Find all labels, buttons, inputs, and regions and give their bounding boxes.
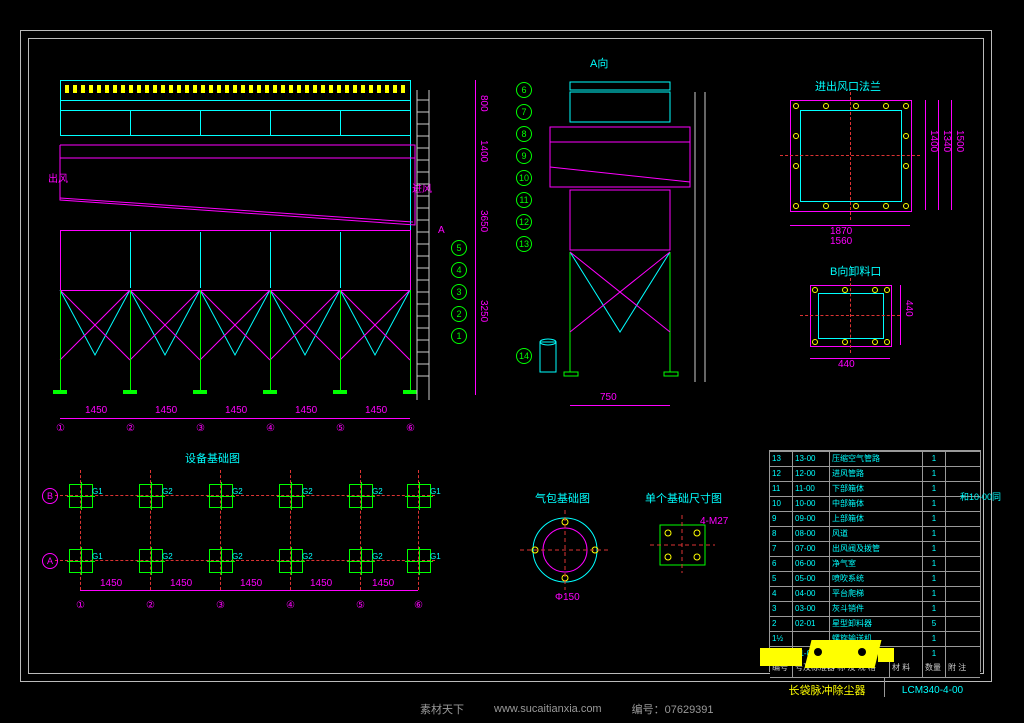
footer-url: www.sucaitianxia.com bbox=[494, 703, 602, 715]
dim-bay-5: 1450 bbox=[365, 405, 387, 416]
flange-w2: 1560 bbox=[830, 236, 852, 247]
row-B: B bbox=[42, 488, 58, 504]
grid-3: ③ bbox=[196, 423, 205, 434]
callout-14: 14 bbox=[516, 348, 532, 364]
bom-row: 909-00上部箱体1 bbox=[770, 511, 980, 526]
footer-id: 07629391 bbox=[665, 704, 714, 716]
fg-5: ⑤ bbox=[356, 600, 365, 611]
callout-11: 11 bbox=[516, 192, 532, 208]
title-block: 1313-00压缩空气管路11212-00进风管路11111-00下部箱体110… bbox=[769, 450, 981, 672]
callout-13: 13 bbox=[516, 236, 532, 252]
feed-h: 440 bbox=[903, 300, 914, 317]
view-A-title: A向 bbox=[590, 55, 608, 71]
ftag-3: G2 bbox=[302, 487, 313, 496]
callout-1: 1 bbox=[451, 328, 467, 344]
ftag-10: G2 bbox=[372, 552, 383, 561]
sheet-ref: 和10-00同 bbox=[960, 490, 1001, 503]
page-footer: 素材天下 www.sucaitianxia.com 编号：07629391 bbox=[0, 697, 1024, 721]
dim-h1: 3250 bbox=[478, 300, 489, 322]
airbag-d: Φ150 bbox=[555, 592, 580, 603]
fg-2: ② bbox=[146, 600, 155, 611]
dim-h4: 800 bbox=[478, 95, 489, 112]
anchor-spec: 4-M27 bbox=[700, 516, 728, 527]
dim-bay-3: 1450 bbox=[225, 405, 247, 416]
hoppers bbox=[55, 290, 420, 370]
ftag-6: G1 bbox=[92, 552, 103, 561]
grid-5: ⑤ bbox=[336, 423, 345, 434]
grid-2: ② bbox=[126, 423, 135, 434]
dim-bay-1: 1450 bbox=[85, 405, 107, 416]
bom-row: 707-00出风阀及拨管1 bbox=[770, 541, 980, 556]
callout-5: 5 bbox=[451, 240, 467, 256]
bom-row: 808-00风道1 bbox=[770, 526, 980, 541]
callout-4: 4 bbox=[451, 262, 467, 278]
bom-row: 202-01星型卸料器5 bbox=[770, 616, 980, 631]
callout-7: 7 bbox=[516, 104, 532, 120]
airbag-title: 气包基础图 bbox=[535, 490, 590, 506]
fg-6: ⑥ bbox=[414, 600, 423, 611]
dim-bay-4: 1450 bbox=[295, 405, 317, 416]
foundation-title: 设备基础图 bbox=[185, 450, 240, 466]
dim-bay-2: 1450 bbox=[155, 405, 177, 416]
ftag-11: G1 bbox=[430, 552, 441, 561]
bom-row: 1313-00压缩空气管路1 bbox=[770, 451, 980, 466]
feed-title: B向卸料口 bbox=[830, 263, 881, 279]
callout-9: 9 bbox=[516, 148, 532, 164]
ftag-7: G2 bbox=[162, 552, 173, 561]
footer-id-label: 编号： bbox=[632, 704, 665, 716]
footer-site: 素材天下 bbox=[420, 701, 464, 717]
feed-w: 440 bbox=[838, 359, 855, 370]
watermark bbox=[760, 640, 910, 672]
callout-8: 8 bbox=[516, 126, 532, 142]
grid-1: ① bbox=[56, 423, 65, 434]
callout-12: 12 bbox=[516, 214, 532, 230]
dim-h2: 3650 bbox=[478, 210, 489, 232]
bom-row: 505-00喷吹系统1 bbox=[770, 571, 980, 586]
callout-10: 10 bbox=[516, 170, 532, 186]
bom-row: 1212-00进风管路1 bbox=[770, 466, 980, 481]
dim-h3: 1400 bbox=[478, 140, 489, 162]
dim-side-width: 750 bbox=[600, 392, 617, 403]
ftag-2: G2 bbox=[232, 487, 243, 496]
bom-row: 404-00平台爬梯1 bbox=[770, 586, 980, 601]
callout-3: 3 bbox=[451, 284, 467, 300]
bom-row: 606-00净气室1 bbox=[770, 556, 980, 571]
fd-4: 1450 bbox=[310, 578, 332, 589]
bom-row: 1111-00下部箱体1 bbox=[770, 481, 980, 496]
fg-3: ③ bbox=[216, 600, 225, 611]
single-base-title: 单个基础尺寸图 bbox=[645, 490, 722, 506]
fd-1: 1450 bbox=[100, 578, 122, 589]
grid-6: ⑥ bbox=[406, 423, 415, 434]
callout-6: 6 bbox=[516, 82, 532, 98]
flange-h3: 1500 bbox=[954, 130, 965, 152]
ftag-8: G2 bbox=[232, 552, 243, 561]
fd-5: 1450 bbox=[372, 578, 394, 589]
bom-row: 1010-00中部箱体1 bbox=[770, 496, 980, 511]
ftag-4: G2 bbox=[372, 487, 383, 496]
fd-3: 1450 bbox=[240, 578, 262, 589]
outlet-label: 出风 bbox=[48, 170, 68, 185]
ftag-9: G2 bbox=[302, 552, 313, 561]
ftag-0: G1 bbox=[92, 487, 103, 496]
fg-1: ① bbox=[76, 600, 85, 611]
section-mark-A: A bbox=[438, 225, 445, 236]
callout-2: 2 bbox=[451, 306, 467, 322]
bom-row: 303-00灰斗销件1 bbox=[770, 601, 980, 616]
ftag-5: G1 bbox=[430, 487, 441, 496]
inlet-plenum bbox=[55, 140, 420, 230]
grid-4: ④ bbox=[266, 423, 275, 434]
fd-2: 1450 bbox=[170, 578, 192, 589]
fg-4: ④ bbox=[286, 600, 295, 611]
row-A: A bbox=[42, 553, 58, 569]
flange-title: 进出风口法兰 bbox=[815, 78, 881, 94]
ftag-1: G2 bbox=[162, 487, 173, 496]
